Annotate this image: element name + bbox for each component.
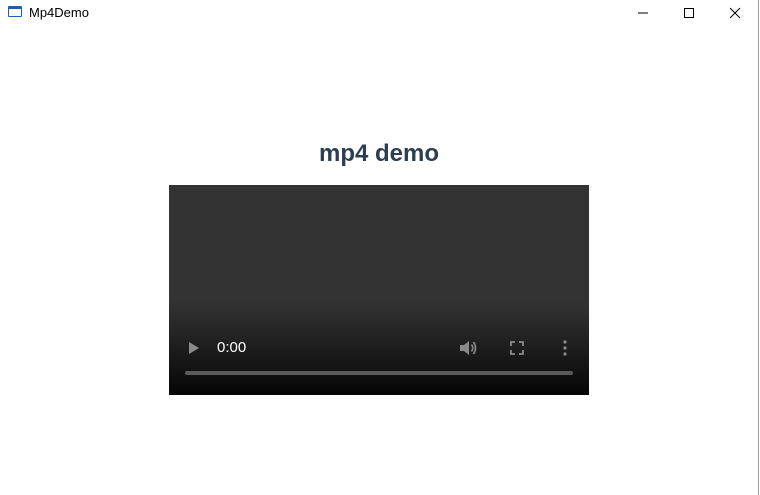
- minimize-icon: [638, 12, 648, 14]
- app-window: Mp4Demo mp4 demo 0:00: [0, 0, 759, 495]
- play-icon: [189, 342, 199, 354]
- more-options-button[interactable]: [553, 336, 577, 360]
- close-button[interactable]: [712, 0, 758, 26]
- window-title: Mp4Demo: [29, 5, 89, 20]
- app-window-icon: [8, 6, 22, 17]
- fullscreen-icon: [510, 341, 524, 355]
- more-vertical-icon: [563, 340, 567, 356]
- current-time: 0:00: [217, 339, 247, 356]
- video-player[interactable]: 0:00: [169, 185, 589, 395]
- volume-icon: [460, 341, 477, 355]
- title-bar[interactable]: Mp4Demo: [0, 0, 758, 26]
- fullscreen-button[interactable]: [505, 336, 529, 360]
- play-button[interactable]: [183, 337, 205, 359]
- progress-bar[interactable]: [185, 371, 573, 375]
- minimize-button[interactable]: [620, 0, 666, 26]
- volume-button[interactable]: [456, 336, 480, 360]
- page-heading: mp4 demo: [318, 140, 440, 167]
- close-icon: [729, 7, 741, 19]
- maximize-icon: [684, 8, 694, 18]
- maximize-button[interactable]: [666, 0, 712, 26]
- web-content: mp4 demo 0:00: [0, 26, 758, 495]
